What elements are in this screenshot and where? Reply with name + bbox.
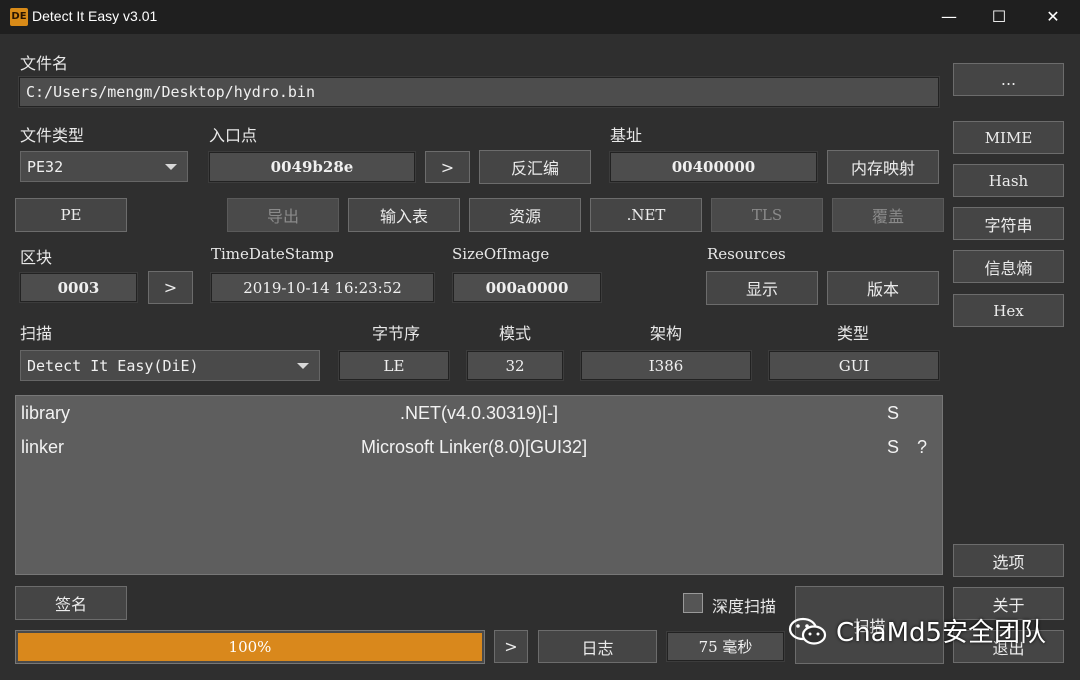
resources-show-button[interactable]: 显示 (706, 271, 818, 305)
title-bar (0, 0, 1080, 34)
minimize-icon[interactable]: — (926, 0, 972, 34)
sizeofimage-label: SizeOfImage (452, 245, 550, 263)
file-type-select[interactable]: PE32 (20, 151, 188, 182)
sizeofimage-field[interactable]: 000a0000 (452, 272, 602, 303)
import-button[interactable]: 输入表 (348, 198, 460, 232)
strings-button[interactable]: 字符串 (953, 207, 1064, 240)
overlay-button[interactable]: 覆盖 (832, 198, 944, 232)
endianness-label: 字节序 (372, 324, 421, 343)
file-type-label: 文件类型 (20, 126, 85, 145)
file-type-value: PE32 (27, 157, 64, 176)
watermark-text: ChaMd5安全团队 (836, 618, 1047, 648)
scan-engine-select[interactable]: Detect It Easy(DiE) (20, 350, 320, 381)
browse-button[interactable]: ... (953, 63, 1064, 96)
log-button[interactable]: 日志 (538, 630, 657, 663)
result-type: library (21, 403, 71, 423)
architecture-field[interactable]: I386 (580, 350, 752, 381)
base-address-field[interactable]: 00400000 (609, 151, 818, 183)
tls-button[interactable]: TLS (711, 198, 823, 232)
sections-go-button[interactable]: > (148, 271, 193, 304)
options-button[interactable]: 选项 (953, 544, 1064, 577)
base-address-label: 基址 (610, 126, 643, 145)
export-button[interactable]: 导出 (227, 198, 339, 232)
progress-go-button[interactable]: > (494, 630, 528, 663)
type-label: 类型 (837, 324, 870, 343)
signatures-button[interactable]: 签名 (15, 586, 127, 620)
result-flag: S (887, 403, 900, 423)
maximize-icon[interactable]: ☐ (976, 0, 1022, 34)
file-name-label: 文件名 (20, 54, 69, 73)
result-row[interactable]: linker Microsoft Linker(8.0)[GUI32] S ? (16, 432, 942, 464)
scan-label: 扫描 (20, 324, 53, 343)
sections-field[interactable]: 0003 (19, 272, 138, 303)
file-path-input[interactable]: C:/Users/mengm/Desktop/hydro.bin (18, 76, 940, 108)
result-name: Microsoft Linker(8.0)[GUI32] (361, 437, 588, 457)
type-field[interactable]: GUI (768, 350, 940, 381)
scan-engine-value: Detect It Easy(DiE) (27, 356, 199, 375)
result-row[interactable]: library .NET(v4.0.30319)[-] S (16, 398, 942, 430)
entry-point-field[interactable]: 0049b28e (208, 151, 416, 183)
pe-button[interactable]: PE (15, 198, 127, 232)
close-icon[interactable]: ✕ (1030, 0, 1076, 34)
progress-bar: 100% (15, 630, 485, 664)
window-title: Detect It Easy v3.01 (32, 8, 158, 24)
resources-button[interactable]: 资源 (469, 198, 581, 232)
mode-field[interactable]: 32 (466, 350, 564, 381)
result-flag: S (887, 437, 900, 457)
architecture-label: 架构 (650, 324, 683, 343)
endianness-field[interactable]: LE (338, 350, 450, 381)
entry-point-label: 入口点 (209, 126, 258, 145)
deep-scan-checkbox[interactable] (683, 593, 703, 613)
resources-version-button[interactable]: 版本 (827, 271, 939, 305)
deep-scan-label: 深度扫描 (712, 597, 777, 616)
hex-button[interactable]: Hex (953, 294, 1064, 327)
disassemble-button[interactable]: 反汇编 (479, 150, 591, 184)
result-type: linker (21, 437, 65, 457)
entry-point-go-button[interactable]: > (425, 151, 470, 183)
result-name: .NET(v4.0.30319)[-] (400, 403, 559, 423)
wechat-icon (788, 616, 828, 646)
hash-button[interactable]: Hash (953, 164, 1064, 197)
result-extra: ? (917, 437, 928, 457)
chevron-down-icon (297, 362, 309, 369)
sections-label: 区块 (20, 248, 53, 267)
timedatestamp-label: TimeDateStamp (211, 245, 334, 263)
elapsed-time-field: 75 毫秒 (666, 631, 785, 662)
entropy-button[interactable]: 信息熵 (953, 250, 1064, 283)
memory-map-button[interactable]: 内存映射 (827, 150, 939, 184)
scan-results-panel[interactable]: library .NET(v4.0.30319)[-] S linker Mic… (15, 395, 943, 575)
dotnet-button[interactable]: .NET (590, 198, 702, 232)
timedatestamp-field[interactable]: 2019-10-14 16:23:52 (210, 272, 435, 303)
app-logo-icon: DE (10, 8, 28, 26)
mode-label: 模式 (499, 324, 532, 343)
mime-button[interactable]: MIME (953, 121, 1064, 154)
progress-text: 100% (228, 638, 272, 656)
resources-label: Resources (707, 245, 786, 263)
chevron-down-icon (165, 163, 177, 170)
watermark: ChaMd5安全团队 (788, 612, 1046, 649)
